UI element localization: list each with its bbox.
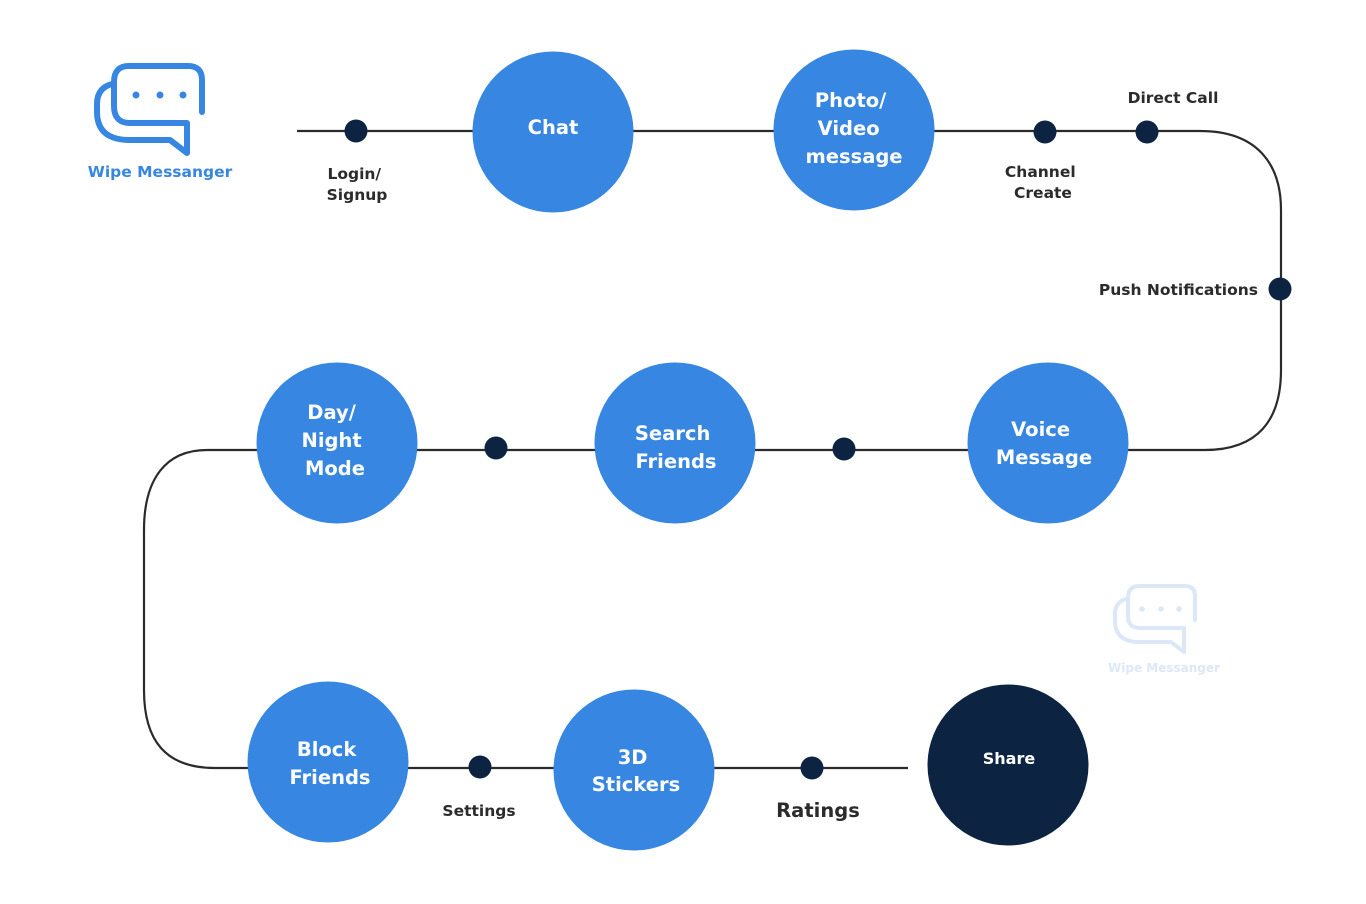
- app-logo: Wipe Messanger: [88, 63, 233, 181]
- chat-bubbles-icon: [1113, 584, 1197, 654]
- node-share[interactable]: Share: [927, 684, 1089, 846]
- step-dot-push-notifications: [1268, 277, 1292, 301]
- watermark-text: Wipe Messanger: [1108, 661, 1220, 675]
- node-voice-message-circle: [967, 362, 1129, 524]
- step-dot-ratings: [800, 756, 824, 780]
- step-label-direct-call: Direct Call: [1128, 89, 1219, 107]
- svg-text:Chat: Chat: [528, 116, 579, 139]
- step-label-ratings: Ratings: [776, 799, 860, 822]
- step-label-login-signup: Login/ Signup: [327, 165, 388, 204]
- step-dot-direct-call: [1135, 120, 1159, 144]
- node-block-friends[interactable]: Block Friends: [247, 681, 409, 843]
- step-dot-settings: [468, 755, 492, 779]
- watermark-logo: Wipe Messanger: [1108, 584, 1220, 675]
- node-day-night-mode[interactable]: Day/ Night Mode: [256, 362, 418, 524]
- feature-flow-diagram: Wipe Messanger Wipe Messanger Login/ Sig…: [88, 49, 1292, 851]
- node-3d-stickers-circle: [553, 689, 715, 851]
- step-dot-unlabeled-2: [484, 436, 508, 460]
- node-voice-message[interactable]: Voice Message: [967, 362, 1129, 524]
- svg-text:Share: Share: [983, 749, 1036, 768]
- logo-text: Wipe Messanger: [88, 163, 233, 181]
- step-dot-channel-create: [1033, 120, 1057, 144]
- step-label-settings: Settings: [442, 802, 515, 820]
- node-photo-video-message[interactable]: Photo/ Video message: [773, 49, 935, 211]
- chat-bubbles-icon: [94, 63, 205, 156]
- svg-text:Day/ Night Mod: Day/ Night Mode: [302, 401, 369, 480]
- node-search-friends[interactable]: Search Friends: [594, 362, 756, 524]
- node-block-friends-circle: [247, 681, 409, 843]
- node-3d-stickers[interactable]: 3D Stickers: [553, 689, 715, 851]
- step-label-channel-create: Channel Create: [1005, 163, 1081, 202]
- node-chat[interactable]: Chat: [472, 51, 634, 213]
- step-dot-login-signup: [344, 119, 368, 143]
- step-dot-unlabeled-1: [832, 437, 856, 461]
- step-label-push-notifications: Push Notifications: [1099, 281, 1258, 299]
